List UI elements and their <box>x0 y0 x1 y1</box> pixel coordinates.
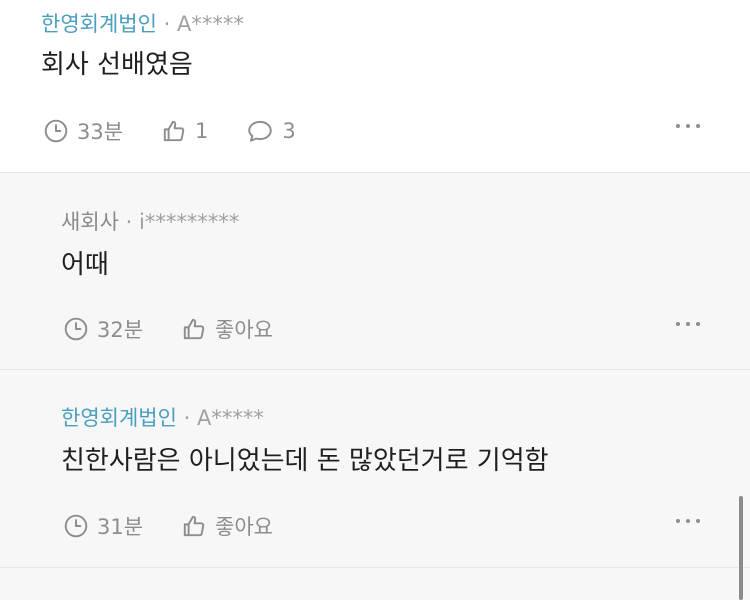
time-label: 33분 <box>77 120 124 144</box>
more-dots-icon[interactable] <box>676 516 700 526</box>
time-label: 31분 <box>97 515 144 539</box>
like-count: 1 <box>195 119 209 143</box>
like-label: 좋아요 <box>215 318 274 342</box>
separator-dot: · <box>183 406 191 430</box>
reply-item: 새회사 · i********* 어때 32분 좋아요 <box>0 172 750 369</box>
like-button[interactable]: 좋아요 <box>181 314 273 344</box>
comment-item: 한영회계법인 · A***** 회사 선배였음 33분 1 3 <box>0 0 750 172</box>
reply-item: 한영회계법인 · A***** 친한사람은 아니었는데 돈 많았던거로 기억함 … <box>0 369 750 567</box>
company-name[interactable]: 한영회계법인 <box>61 406 177 430</box>
reply-button[interactable]: 3 <box>246 118 296 144</box>
user-id: A***** <box>196 406 264 430</box>
time-stamp: 31분 <box>63 511 143 541</box>
like-button[interactable]: 1 <box>161 118 208 144</box>
like-button[interactable]: 좋아요 <box>181 511 273 541</box>
comment-author: 새회사 · i********* <box>61 209 239 235</box>
more-dots-icon[interactable] <box>676 121 700 131</box>
thumbs-up-icon <box>181 513 207 539</box>
time-label: 32분 <box>97 318 144 342</box>
separator-dot: · <box>163 12 171 36</box>
separator-dot: · <box>125 210 133 234</box>
time-stamp: 33분 <box>43 116 123 146</box>
comment-actions: 33분 1 3 <box>43 116 296 146</box>
clock-icon <box>43 118 69 144</box>
like-label: 좋아요 <box>215 515 274 539</box>
clock-icon <box>63 316 89 342</box>
more-dots-icon[interactable] <box>676 319 700 329</box>
comment-text: 친한사람은 아니었는데 돈 많았던거로 기억함 <box>61 446 549 476</box>
comment-actions: 32분 좋아요 <box>63 314 273 344</box>
comment-text: 어때 <box>61 250 109 280</box>
next-comment-partial <box>0 567 750 600</box>
comment-author: 한영회계법인 · A***** <box>61 405 264 431</box>
clock-icon <box>63 513 89 539</box>
comment-actions: 31분 좋아요 <box>63 511 273 541</box>
user-id: i********* <box>139 210 240 234</box>
company-name[interactable]: 한영회계법인 <box>41 12 157 36</box>
user-id: A***** <box>176 12 244 36</box>
comment-bubble-icon <box>246 118 274 144</box>
comment-text: 회사 선배였음 <box>41 50 193 80</box>
comment-author: 한영회계법인 · A***** <box>41 11 244 37</box>
thumbs-up-icon <box>161 118 187 144</box>
reply-count: 3 <box>282 119 296 143</box>
company-name[interactable]: 새회사 <box>61 210 119 234</box>
thumbs-up-icon <box>181 316 207 342</box>
time-stamp: 32분 <box>63 314 143 344</box>
scrollbar[interactable] <box>739 496 743 600</box>
